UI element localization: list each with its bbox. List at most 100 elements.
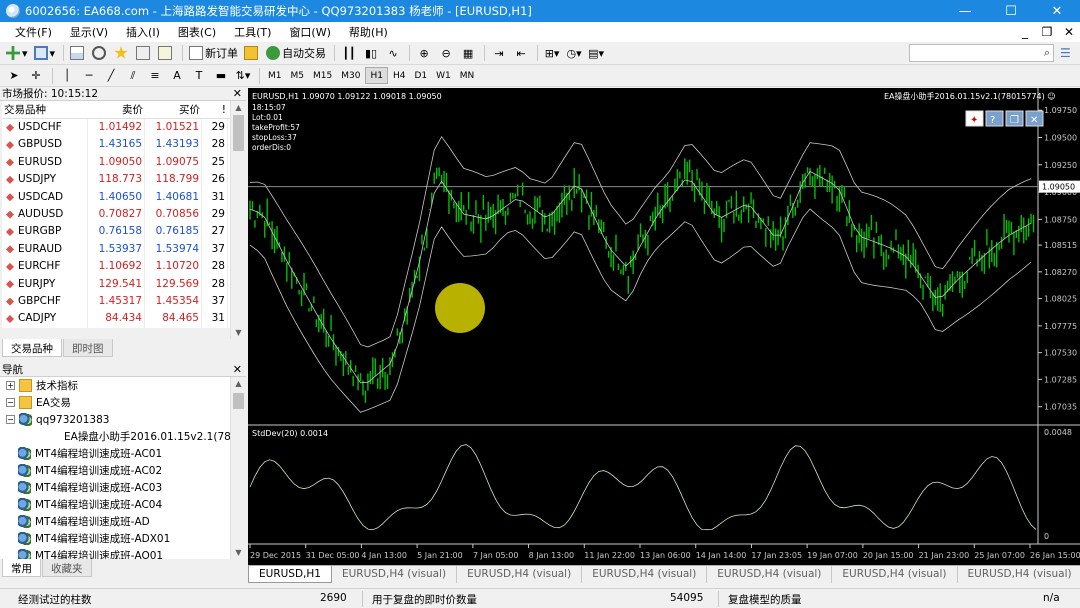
menu-file[interactable]: 文件(F) [6,24,61,40]
tf-w1[interactable]: W1 [432,67,455,84]
zoom-in-icon[interactable]: ⊕ [414,44,434,63]
help-icon[interactable]: ☰ [1060,46,1071,60]
market-watch-row[interactable]: GBPCHF 1.45317 1.45354 37 [2,292,230,311]
menu-view[interactable]: 显示(V) [61,24,117,40]
chart-tab[interactable]: EURUSD,H4 (visual) [582,566,708,583]
tf-m1[interactable]: M1 [264,67,286,84]
navigator-item[interactable]: EA操盘小助手2016.01.15v2.1(780 [0,428,230,445]
tf-m15[interactable]: M15 [309,67,336,84]
menu-tools[interactable]: 工具(T) [225,24,280,40]
cursor-icon[interactable]: ➤ [4,66,24,85]
periods-icon[interactable]: ◷▾ [564,44,584,63]
menu-help[interactable]: 帮助(H) [340,24,397,40]
mdi-close-icon[interactable]: ✕ [1058,25,1080,39]
chart-tab[interactable]: EURUSD,H1 [248,566,332,583]
auto-trading-button[interactable]: 自动交易 [264,44,328,63]
navigator-close-icon[interactable]: ✕ [233,363,242,376]
data-window-icon[interactable] [90,44,110,63]
chart-canvas[interactable]: 1.097501.095001.092501.090001.087501.085… [248,88,1080,565]
market-watch-row[interactable]: AUDUSD 0.70827 0.70856 29 [2,205,230,224]
line-chart-icon[interactable]: ∿ [383,44,403,63]
fibonacci-icon[interactable]: ≡ [145,66,165,85]
market-watch-row[interactable]: CADJPY 84.434 84.465 31 [2,310,230,328]
trendline-icon[interactable]: ╱ [101,66,121,85]
tab-symbols[interactable]: 交易品种 [2,339,62,357]
bar-chart-icon[interactable]: ┃┃ [339,44,359,63]
search-input[interactable]: ⌕ [909,44,1054,62]
close-button[interactable]: ✕ [1034,0,1080,22]
horizontal-line-icon[interactable]: ─ [79,66,99,85]
new-order-button[interactable]: 新订单 [187,44,240,63]
crosshair-icon[interactable]: ✛ [26,66,46,85]
tab-common[interactable]: 常用 [2,559,41,577]
market-watch-close-icon[interactable]: ✕ [233,87,242,100]
tab-favorites[interactable]: 收藏夹 [42,559,92,577]
title-bar[interactable]: 6002656: EA668.com - 上海路路发智能交易研发中心 - QQ9… [0,0,1080,22]
market-watch-row[interactable]: EURAUD 1.53937 1.53974 37 [2,240,230,259]
chart-tab[interactable]: EURUSD,H4 (visual) [832,566,958,583]
col-ask[interactable]: 买价 [145,102,202,117]
vertical-line-icon[interactable]: │ [57,66,77,85]
tile-windows-icon[interactable]: ▦ [458,44,478,63]
chart-tab[interactable]: EURUSD,H4 (visual) [707,566,833,583]
navigator-item[interactable]: MT4编程培训速成班-AC04 [0,496,230,513]
market-watch-row[interactable]: USDCAD 1.40650 1.40681 31 [2,188,230,206]
market-watch-row[interactable]: EURJPY 129.541 129.569 28 [2,275,230,293]
col-spread[interactable]: ! [202,104,228,116]
shapes-icon[interactable]: ⇅▾ [233,66,253,85]
market-watch-row[interactable]: EURCHF 1.10692 1.10720 28 [2,258,230,276]
navigator-scrollbar[interactable]: ▲ ▼ [230,377,246,559]
tf-m5[interactable]: M5 [287,67,309,84]
search-icon[interactable]: ⌕ [1044,46,1050,60]
market-watch-row[interactable]: EURGBP 0.76158 0.76185 27 [2,223,230,241]
navigator-icon[interactable] [112,44,132,63]
market-watch-row[interactable]: USDJPY 118.773 118.799 26 [2,171,230,189]
market-watch-row[interactable]: USDCHF 1.01492 1.01521 29 [2,119,230,137]
menu-insert[interactable]: 插入(I) [117,24,169,40]
chart-tab[interactable]: EURUSD,H4 (visual) [332,566,458,583]
mdi-restore-icon[interactable]: ❐ [1036,25,1058,39]
navigator-item[interactable]: MT4编程培训速成班-AD [0,513,230,530]
navigator-item[interactable]: MT4编程培训速成班-AC02 [0,462,230,479]
chart-shift-icon[interactable]: ⇤ [511,44,531,63]
market-watch-row[interactable]: EURUSD 1.09050 1.09075 25 [2,153,230,172]
arrows-icon[interactable]: ▬ [211,66,231,85]
navigator-item[interactable]: − EA交易 [0,394,230,411]
menu-window[interactable]: 窗口(W) [280,24,339,40]
text-label-icon[interactable]: T [189,66,209,85]
tab-tick-chart[interactable]: 即时图 [63,339,113,357]
navigator-item[interactable]: MT4编程培训速成班-AC01 [0,445,230,462]
menu-charts[interactable]: 图表(C) [169,24,225,40]
zoom-out-icon[interactable]: ⊖ [436,44,456,63]
tf-h1[interactable]: H1 [365,67,388,84]
chart-tab[interactable]: EURUSD,H4 (visual) [958,566,1080,583]
metaeditor-icon[interactable] [242,44,262,63]
autoscroll-icon[interactable]: ⇥ [489,44,509,63]
tf-d1[interactable]: D1 [410,67,431,84]
tester-icon[interactable] [156,44,176,63]
profiles-icon[interactable]: ▾ [32,44,58,63]
tf-h4[interactable]: H4 [389,67,410,84]
indicators-icon[interactable]: ⊞▾ [542,44,562,63]
expand-toggle-icon[interactable]: + [6,381,15,390]
col-bid[interactable]: 卖价 [88,102,145,117]
market-watch-icon[interactable] [68,44,88,63]
candle-chart-icon[interactable]: ▮▯ [361,44,381,63]
new-chart-icon[interactable]: ▾ [4,44,30,63]
chart-tab[interactable]: EURUSD,H4 (visual) [457,566,583,583]
maximize-button[interactable]: ☐ [988,0,1034,22]
terminal-icon[interactable] [134,44,154,63]
minimize-button[interactable]: — [942,0,988,22]
navigator-item[interactable]: MT4编程培训速成班-AC03 [0,479,230,496]
market-watch-scrollbar[interactable]: ▲ ▼ [230,101,246,339]
expand-toggle-icon[interactable]: − [6,415,15,424]
templates-icon[interactable]: ▤▾ [586,44,606,63]
equidistant-channel-icon[interactable]: ⫽ [123,66,143,85]
expand-toggle-icon[interactable]: − [6,398,15,407]
navigator-item[interactable]: MT4编程培训速成班-AO01 [0,547,230,559]
navigator-item[interactable]: − qq973201383 [0,411,230,428]
text-icon[interactable]: A [167,66,187,85]
tf-mn[interactable]: MN [456,67,479,84]
navigator-item[interactable]: + 技术指标 [0,377,230,394]
col-symbol[interactable]: 交易品种 [2,102,88,117]
